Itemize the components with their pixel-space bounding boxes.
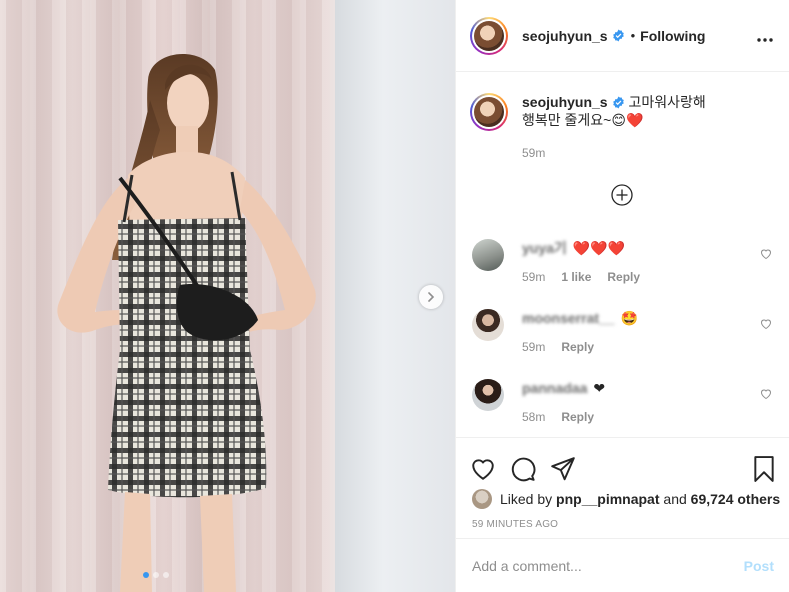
instagram-post-modal: seojuhyun_s • Following seojuhyun_s 고마워사…: [0, 0, 789, 592]
commenter-avatar[interactable]: [472, 239, 504, 271]
liker-username[interactable]: pnp__pimnapat: [556, 491, 659, 507]
woman-in-plaid-dress-image: [57, 53, 316, 592]
caption-avatar-image: [474, 97, 504, 127]
save-bookmark-icon[interactable]: [752, 456, 776, 482]
commenter-username[interactable]: moonserrat__: [522, 310, 615, 326]
reply-button[interactable]: Reply: [561, 340, 594, 354]
comment-text: ❤️❤️❤️: [572, 239, 626, 256]
load-more-comments-icon[interactable]: [611, 184, 633, 206]
comment-composer: Add a comment... Post: [456, 538, 789, 592]
reply-button[interactable]: Reply: [561, 410, 594, 424]
caption-time: 59m: [522, 146, 546, 160]
comment-bubble-icon[interactable]: [510, 456, 536, 482]
comment-item: moonserrat__ 🤩 59m Reply: [472, 309, 772, 354]
author-avatar[interactable]: [470, 16, 508, 55]
commenter-avatar[interactable]: [472, 379, 504, 411]
commenter-avatar[interactable]: [472, 309, 504, 341]
liked-by-prefix: Liked by: [500, 491, 553, 507]
like-comment-heart-icon[interactable]: [760, 318, 772, 330]
likes-and: and: [663, 491, 687, 507]
post-header: seojuhyun_s • Following: [456, 0, 789, 72]
comment-time: 59m: [522, 340, 546, 354]
liker-avatar[interactable]: [472, 489, 492, 509]
post-comment-button[interactable]: Post: [744, 558, 774, 574]
add-comment-input[interactable]: Add a comment...: [472, 558, 744, 574]
share-paper-plane-icon[interactable]: [550, 456, 576, 482]
like-comment-heart-icon[interactable]: [760, 248, 772, 260]
more-options-button[interactable]: [757, 27, 773, 45]
likes-others-count[interactable]: 69,724 others: [691, 491, 781, 507]
post-caption: seojuhyun_s 고마워사랑해 행복만 줄게요~😊❤️ 59m: [456, 73, 789, 162]
carousel-dot-1: [143, 572, 149, 578]
author-avatar-image: [474, 20, 504, 51]
comment-text: 🤩: [620, 309, 639, 326]
reply-button[interactable]: Reply: [607, 270, 640, 284]
verified-badge-icon: [612, 29, 624, 42]
author-username[interactable]: seojuhyun_s: [522, 28, 608, 44]
comment-text: ❤: [593, 379, 606, 396]
like-heart-icon[interactable]: [470, 456, 496, 482]
next-slide-button[interactable]: [419, 285, 443, 309]
comments-list[interactable]: seojuhyun_s 고마워사랑해 행복만 줄게요~😊❤️ 59m yuya기…: [456, 73, 789, 437]
comment-time: 59m: [522, 270, 546, 284]
caption-body: seojuhyun_s 고마워사랑해 행복만 줄게요~😊❤️ 59m: [522, 93, 722, 162]
comment-item: pannadaa ❤ 58m Reply: [472, 379, 772, 424]
post-photo[interactable]: [0, 0, 455, 592]
comment-time: 58m: [522, 410, 546, 424]
carousel-indicator: [143, 572, 169, 578]
verified-badge-icon: [612, 96, 624, 109]
caption-author-avatar[interactable]: [470, 93, 508, 131]
carousel-dot-2: [153, 572, 159, 578]
more-horizontal-icon: [757, 37, 773, 42]
comment-item: yuya기 ❤️❤️❤️ 59m 1 like Reply: [472, 239, 772, 284]
carousel-dot-3: [163, 572, 169, 578]
post-side-panel: seojuhyun_s • Following seojuhyun_s 고마워사…: [455, 0, 789, 592]
post-timestamp[interactable]: 59 MINUTES AGO: [456, 519, 789, 530]
header-separator: •: [630, 28, 636, 43]
following-button[interactable]: Following: [640, 28, 705, 44]
commenter-username[interactable]: pannadaa: [522, 380, 587, 396]
like-comment-heart-icon[interactable]: [760, 388, 772, 400]
comment-likes-count[interactable]: 1 like: [561, 270, 591, 284]
likes-summary: Liked by pnp__pimnapat and 69,724 others: [456, 488, 789, 510]
commenter-username[interactable]: yuya기: [522, 238, 567, 258]
chevron-right-icon: [428, 292, 435, 302]
caption-username[interactable]: seojuhyun_s: [522, 94, 608, 110]
